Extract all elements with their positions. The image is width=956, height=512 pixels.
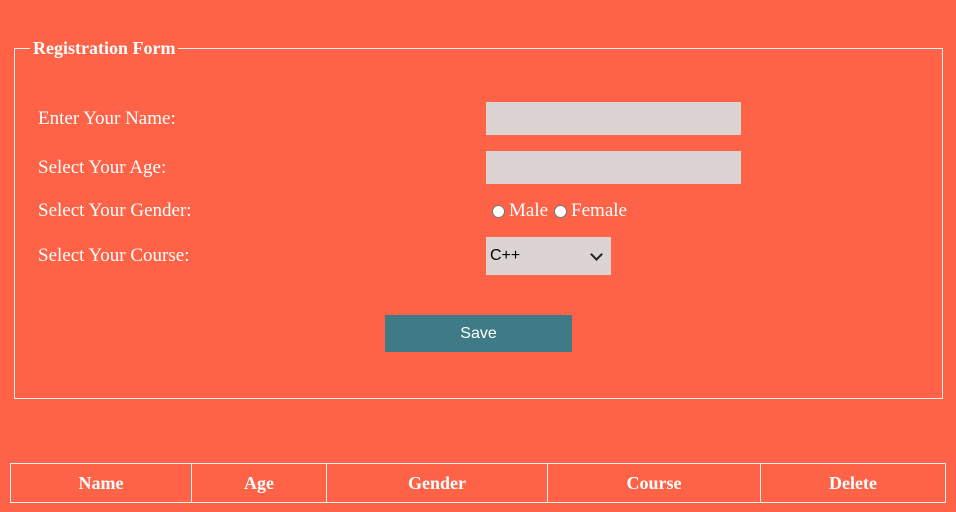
course-selected-value: C++ xyxy=(490,247,521,264)
column-header-delete: Delete xyxy=(760,463,946,503)
form-legend: Registration Form xyxy=(30,38,179,58)
gender-radio-group: Male Female xyxy=(492,200,633,222)
save-button[interactable]: Save xyxy=(385,315,572,352)
column-header-course: Course xyxy=(547,463,761,503)
gender-label: Select Your Gender: xyxy=(38,200,192,221)
age-label: Select Your Age: xyxy=(38,157,167,178)
chevron-down-icon xyxy=(590,247,603,261)
name-label: Enter Your Name: xyxy=(38,108,176,129)
registrations-table: Name Age Gender Course Delete xyxy=(10,463,946,503)
male-radio[interactable] xyxy=(492,204,505,218)
course-select[interactable]: C++ xyxy=(486,237,611,275)
table-header-row: Name Age Gender Course Delete xyxy=(10,463,946,503)
course-label: Select Your Course: xyxy=(38,245,190,266)
age-input[interactable] xyxy=(486,151,741,184)
column-header-age: Age xyxy=(191,463,327,503)
name-input[interactable] xyxy=(486,102,741,135)
female-radio-label[interactable]: Female xyxy=(571,200,627,222)
female-radio[interactable] xyxy=(554,204,568,218)
column-header-name: Name xyxy=(10,463,192,503)
male-radio-label[interactable]: Male xyxy=(509,200,548,222)
column-header-gender: Gender xyxy=(326,463,548,503)
